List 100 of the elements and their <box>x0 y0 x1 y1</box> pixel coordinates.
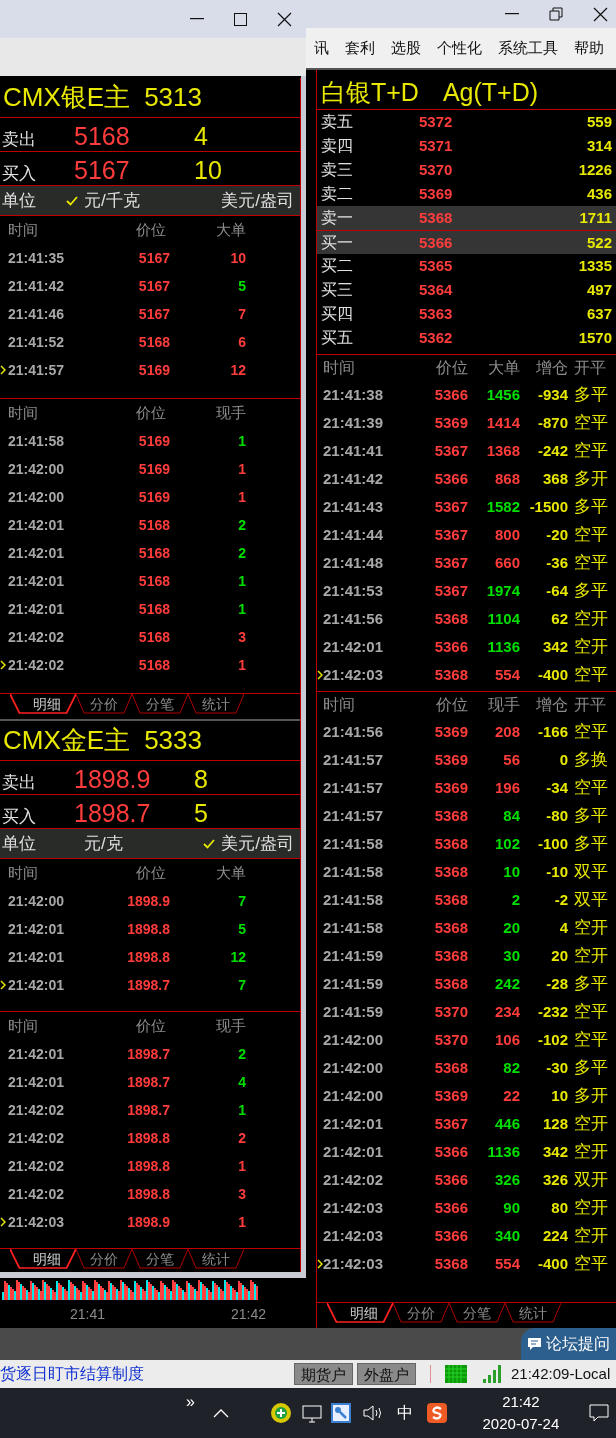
volume-cell: 208 <box>494 722 520 740</box>
close-icon[interactable] <box>593 6 608 22</box>
quote-volume: 5 <box>194 798 209 829</box>
forum-button[interactable]: 论坛提问 <box>521 1328 616 1360</box>
taskbar-date[interactable]: 2020-07-24 <box>482 1413 560 1435</box>
view-tab[interactable]: 明细 <box>327 1303 393 1323</box>
trade-type-cell-text: 双开 <box>573 1169 609 1192</box>
view-tab[interactable]: 分价 <box>76 694 132 714</box>
menu-item[interactable]: 帮助 <box>574 36 604 60</box>
time-axis-label: 21:41 <box>70 1304 106 1324</box>
position-change-cell-text: -242 <box>536 440 568 461</box>
unit-option[interactable]: 元/千克 <box>46 187 140 214</box>
view-tab[interactable]: 分笔 <box>449 1303 505 1323</box>
time-cell-text: 21:42:01 <box>323 1113 385 1134</box>
instrument-code: Ag(T+D) <box>442 76 539 108</box>
restore-icon[interactable] <box>549 7 563 21</box>
view-tab[interactable]: 分笔 <box>132 1249 188 1269</box>
menu-item[interactable]: 选股 <box>391 36 421 60</box>
trade-type-cell-text: 多平 <box>573 805 609 828</box>
view-tab[interactable]: 统计 <box>505 1303 561 1323</box>
price-cell-text: 5364 <box>419 279 454 300</box>
unit-option[interactable]: 美元/盎司 <box>203 187 294 214</box>
order-book-label: 买一 <box>320 233 354 253</box>
volume-cell: 1 <box>238 1101 246 1118</box>
unit-label: 单位 <box>2 189 37 212</box>
view-tab[interactable]: 分价 <box>76 1249 132 1269</box>
time-cell-text: 21:42:00 <box>8 891 66 911</box>
view-tab[interactable]: 分价 <box>393 1303 449 1323</box>
menu-item[interactable]: 个性化 <box>437 36 482 60</box>
time-cell-text: 21:42:02 <box>323 1169 385 1190</box>
volume-cell: 5 <box>238 277 246 294</box>
position-change-cell-text: 342 <box>541 1141 568 1162</box>
price-cell-text: 1898.7 <box>126 975 170 995</box>
network-icon[interactable] <box>300 1403 323 1423</box>
volume-cell: 1 <box>238 656 246 673</box>
key-app-icon[interactable] <box>330 1403 351 1423</box>
column-header: 价位 <box>435 695 468 715</box>
quote-volume: 4 <box>194 121 209 152</box>
column-header: 时间 <box>8 862 39 883</box>
order-book-label: 买五 <box>320 328 354 348</box>
column-header: 开平 <box>573 358 607 378</box>
volume-icon[interactable] <box>362 1404 383 1422</box>
notification-icon[interactable] <box>588 1404 609 1422</box>
volume-cell: 2 <box>238 544 246 561</box>
minimize-icon[interactable] <box>190 18 204 20</box>
volume-cell: 10 <box>230 249 246 266</box>
price-cell-text: 5366 <box>433 1141 468 1162</box>
quote-label: 买入 <box>1 163 37 185</box>
notice-text[interactable]: 货逐日盯市结算制度 <box>0 1362 290 1386</box>
close-icon[interactable] <box>277 11 292 27</box>
view-tab[interactable]: 统计 <box>188 694 244 714</box>
column-header: 开平 <box>573 695 607 715</box>
trade-type-cell-text: 空开 <box>573 608 609 631</box>
account-button[interactable]: 外盘户 <box>357 1363 416 1385</box>
view-tab[interactable]: 分笔 <box>132 694 188 714</box>
quote-price: 1898.7 <box>74 798 152 829</box>
account-button[interactable]: 期货户 <box>294 1363 353 1385</box>
time-cell-text: 21:41:44 <box>323 524 385 545</box>
quote-price: 5167 <box>74 155 131 186</box>
unit-option[interactable]: 元/克 <box>46 830 123 857</box>
volume-cell: 340 <box>494 1226 520 1244</box>
view-tab[interactable]: 明细 <box>10 1249 76 1269</box>
view-tab[interactable]: 明细 <box>10 694 76 714</box>
view-tab[interactable]: 统计 <box>188 1249 244 1269</box>
volume-cell: 1974 <box>486 581 520 599</box>
volume-cell: 1 <box>238 572 246 589</box>
position-change-cell-text: -36 <box>545 552 568 573</box>
price-cell-text: 5368 <box>433 917 468 938</box>
volume-cell: 242 <box>494 974 520 992</box>
position-change-cell-text: -166 <box>536 721 568 742</box>
overflow-button[interactable]: » <box>186 1390 195 1414</box>
column-header: 时间 <box>8 219 39 240</box>
taskbar-time[interactable]: 21:42 <box>502 1391 540 1413</box>
maximize-icon[interactable] <box>234 12 247 26</box>
volume-cell: 868 <box>494 469 520 487</box>
menu-item[interactable]: 套利 <box>345 36 375 60</box>
swirl-app-icon[interactable] <box>426 1403 447 1423</box>
position-change-cell-text: -34 <box>545 777 568 798</box>
minimize-icon[interactable] <box>505 13 519 15</box>
position-change-cell-text: 4 <box>558 917 568 938</box>
plus-circle-icon[interactable] <box>270 1403 291 1423</box>
trade-type-cell-text: 多平 <box>573 384 609 407</box>
menu-item[interactable]: 讯 <box>314 36 329 60</box>
time-cell-text: 21:41:53 <box>323 580 385 601</box>
order-book-label: 买三 <box>320 280 354 300</box>
menu-item[interactable]: 系统工具 <box>498 36 558 60</box>
column-header: 增仓 <box>535 695 568 715</box>
unit-option[interactable]: 美元/盎司 <box>203 830 294 857</box>
trade-type-cell-text: 多开 <box>573 1085 609 1108</box>
quote-price: 1898.9 <box>74 764 152 795</box>
volume-cell: 554 <box>494 1254 520 1272</box>
input-method-indicator[interactable]: 中 <box>396 1401 413 1425</box>
chevron-up-icon[interactable] <box>212 1408 229 1418</box>
position-change-cell-text: -1500 <box>528 496 568 517</box>
trade-type-cell-text: 空平 <box>573 664 609 687</box>
column-header: 增仓 <box>535 358 568 378</box>
volume-cell: 1136 <box>487 637 520 655</box>
time-cell-text: 21:42:00 <box>323 1085 385 1106</box>
order-book-label: 卖四 <box>320 136 354 156</box>
instrument-code: 5333 <box>144 724 202 757</box>
